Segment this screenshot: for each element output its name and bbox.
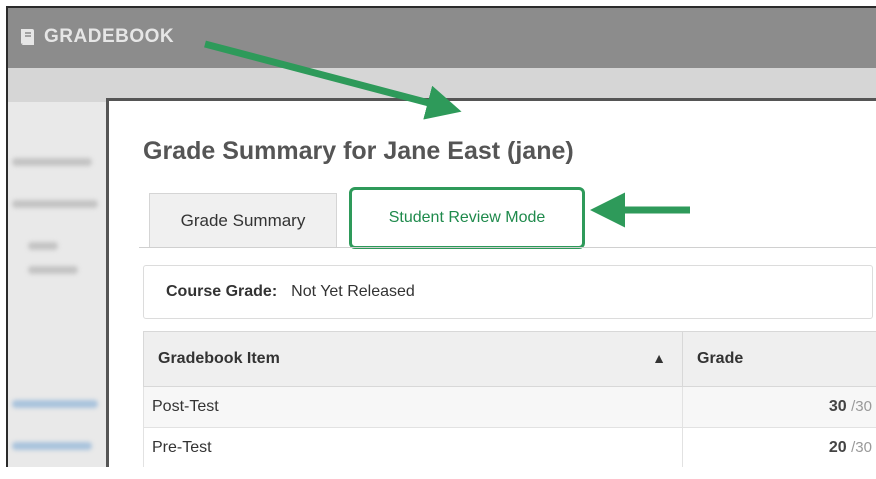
grade-out-of: /30 <box>851 439 872 456</box>
sub-nav-bar <box>8 68 876 102</box>
screenshot-frame: GRADEBOOK Grade Summary for Jane East (j… <box>6 6 876 467</box>
blurred-text <box>12 158 92 166</box>
blurred-text <box>28 266 78 274</box>
table-row: Post-Test 30 /30 <box>143 386 876 428</box>
course-grade-label: Course Grade: <box>166 283 278 300</box>
table-header-row: Gradebook Item ▲ Grade <box>143 331 876 387</box>
table-row: Pre-Test 20 /30 <box>143 427 876 467</box>
blurred-link <box>12 442 92 450</box>
blurred-text <box>12 200 98 208</box>
tabs-divider <box>139 247 876 248</box>
tab-grade-summary[interactable]: Grade Summary <box>149 193 337 247</box>
course-grade-value: Not Yet Released <box>291 283 415 300</box>
modal-title: Grade Summary for Jane East (jane) <box>143 137 574 165</box>
column-header-label: Gradebook Item <box>158 350 280 367</box>
course-grade-box: Course Grade: Not Yet Released <box>143 265 873 319</box>
grade-out-of: /30 <box>851 398 872 415</box>
background-sidebar <box>8 102 108 467</box>
grades-table: Gradebook Item ▲ Grade Post-Test 30 /30 … <box>143 331 876 467</box>
column-header-gradebook-item[interactable]: Gradebook Item ▲ <box>143 331 683 387</box>
blurred-link <box>12 400 98 408</box>
brand[interactable]: GRADEBOOK <box>18 26 174 48</box>
gradebook-item-cell: Pre-Test <box>143 427 683 467</box>
grade-score: 30 <box>828 398 847 415</box>
chevron-up-icon[interactable]: ▲ <box>652 350 666 366</box>
gradebook-book-icon <box>21 29 34 45</box>
grade-score: 20 <box>828 439 847 456</box>
column-header-grade[interactable]: Grade <box>682 331 876 387</box>
blurred-text <box>28 242 58 250</box>
gradebook-item-cell: Post-Test <box>143 386 683 428</box>
tab-student-review-mode[interactable]: Student Review Mode <box>349 187 585 249</box>
grade-summary-modal: Grade Summary for Jane East (jane) Grade… <box>106 98 876 467</box>
grade-cell: 30 /30 <box>682 386 876 428</box>
grade-cell: 20 /30 <box>682 427 876 467</box>
brand-title: GRADEBOOK <box>44 26 175 47</box>
top-bar: GRADEBOOK <box>8 8 876 68</box>
